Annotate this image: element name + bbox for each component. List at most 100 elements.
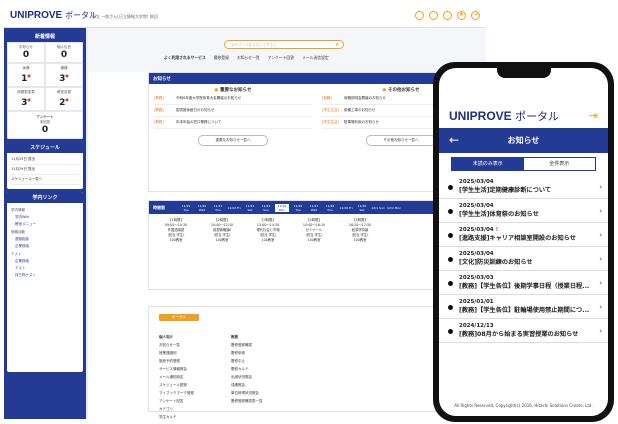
tab-unread[interactable]: 未読のみ表示 xyxy=(452,158,524,170)
day-tab[interactable]: 11/29 Fri xyxy=(339,206,353,210)
portal-link[interactable]: マイブックマーク登録 xyxy=(159,391,194,396)
day-tab[interactable]: 11/19 Tue xyxy=(179,204,193,212)
side-link[interactable]: テスト xyxy=(15,266,79,271)
portal-link[interactable]: 授業連絡別 xyxy=(159,351,194,356)
count-cell[interactable]: 休講 1● xyxy=(7,63,45,87)
count-number: 0 xyxy=(22,50,30,60)
logout-icon[interactable]: ⇥ xyxy=(471,11,480,20)
notice-row[interactable]: [教務] 令和6年度大学院体育大会開催のお知らせ xyxy=(154,96,312,105)
help-icon[interactable] xyxy=(429,11,438,20)
portal-link[interactable]: 出席状況照会 xyxy=(231,375,263,380)
phone-logo[interactable]: UNIPROVE ポータル xyxy=(449,108,559,124)
portal-link[interactable]: 成績照会 xyxy=(231,383,263,388)
count-cell[interactable]: 個人伝言 0 xyxy=(45,42,83,63)
portal-link[interactable]: メール通知設定 xyxy=(159,375,194,380)
notice-item[interactable]: 2025/01/01 [教務]【学生各位】駐輪場使用禁止期間につ... › xyxy=(439,295,608,319)
day-tab[interactable]: 11/25 Mon xyxy=(275,203,289,212)
day-tab[interactable]: 11/28 Thu xyxy=(323,204,337,212)
portal-link[interactable]: 学生カルテ xyxy=(159,415,194,419)
day-tab[interactable]: 11/21 Thu xyxy=(211,204,225,212)
portal-link[interactable]: お知らせ一覧 xyxy=(159,343,194,348)
day-tab[interactable]: 11/23 Sat xyxy=(243,204,257,212)
side-link[interactable]: 持ち物テスト xyxy=(15,273,79,278)
day-tab[interactable]: 11/26 Tue xyxy=(291,204,305,212)
notice-text: 設備工事のお知らせ xyxy=(344,108,376,112)
schedule-item[interactable]: 11月29日 提出 xyxy=(11,157,79,165)
copyright: All Rights Reserved, Copyright(c) 2016, … xyxy=(454,403,593,408)
chevron-right-icon: › xyxy=(599,207,602,215)
notice-title: [学生生活]体育祭のお知らせ xyxy=(459,211,539,218)
service-link[interactable]: 履修登録 xyxy=(214,55,229,61)
day-tab[interactable]: 11/22 Fri xyxy=(227,206,241,210)
period-cell[interactable]: 【4時限】 14:40〜16:10 ゼミナール (担当 学生) 100教室 xyxy=(291,218,337,243)
notice-title: [学生生活]定期健康診断について xyxy=(459,187,552,194)
notice-row[interactable]: [教務] 年末年始の窓口業務について xyxy=(154,120,312,129)
period-cell[interactable]: 【1時限】 09:00〜10:30 外国語講読 (担当 学生) 100教室 xyxy=(153,218,199,243)
portal-link[interactable]: 単位修得状況照会 xyxy=(231,391,263,396)
important-more-button[interactable]: 重要なお知らせ一覧へ xyxy=(198,135,268,146)
period-room: 100教室 xyxy=(169,238,183,242)
period-cell[interactable]: 【5時限】 16:20〜17:50 経済学特論 (担当 学生) 100教室 xyxy=(337,218,383,243)
portal-link[interactable]: 履修申請 xyxy=(231,351,263,356)
count-cell[interactable]: 時間割変更 3● xyxy=(7,87,45,111)
portal-logo[interactable]: UNIPROVE ポータル xyxy=(10,10,97,21)
side-link[interactable]: 企業検索 xyxy=(15,259,79,264)
link-column: 教務履修登録確認 履修申請履修中止履修カルテ出席状況照会 成績照会単位修得状況照会履… xyxy=(231,332,263,407)
day-tab[interactable]: 11/27 Wed xyxy=(307,204,321,212)
side-link[interactable]: 進路相談 xyxy=(15,237,79,242)
unread-dot-icon xyxy=(448,257,453,262)
portal-link[interactable]: 履修中止 xyxy=(231,359,263,364)
notice-tag: [学生生活] xyxy=(322,108,339,112)
search-icon[interactable]: ⌕ xyxy=(336,41,339,49)
portal-link[interactable]: スケジュール登録 xyxy=(159,383,194,388)
portal-link[interactable]: 履修登録確認 xyxy=(231,343,263,348)
portal-link[interactable]: 履修登録確認表一覧 xyxy=(231,399,263,404)
portal-button[interactable]: ポータル xyxy=(159,314,199,321)
link-column-head: 個人向け xyxy=(159,335,173,339)
search-input[interactable]: キーワードを入力して下さい ⌕ xyxy=(224,40,344,49)
side-link[interactable]: 企業検索 xyxy=(15,244,79,249)
portal-link[interactable]: 履修カルテ xyxy=(231,367,263,372)
notice-row[interactable]: [教務] 図書館休館日のお知らせ xyxy=(154,108,312,117)
day-tab[interactable]: 12/1 Sun xyxy=(371,206,385,210)
schedule-item[interactable]: 11月29日 提出 xyxy=(11,167,79,175)
portal-link[interactable]: 施設予約登録 xyxy=(159,359,194,364)
day-tab[interactable]: 11/20 Wed xyxy=(195,204,209,212)
logout-icon[interactable]: ⇥ xyxy=(589,109,598,122)
top-bar: UNIPROVE ポータル 日立 一郎さん(日立情報大学院) 前回 ★ ⇥ xyxy=(4,4,486,28)
notice-item[interactable]: 2025/03/04 [学生生活]定期健康診断について › xyxy=(439,175,608,199)
portal-link[interactable]: アンケート回答 xyxy=(159,399,194,404)
questionnaire-count[interactable]: アンケート 未回答 0 xyxy=(7,111,83,139)
link-column-head: 教務 xyxy=(231,335,238,339)
day-tab[interactable]: 12/2 Mon xyxy=(387,206,401,210)
service-link[interactable]: アンケート回答 xyxy=(268,55,294,61)
day-tab[interactable]: 11/24 Sun xyxy=(259,204,273,212)
portal-link[interactable]: カテゴリ xyxy=(159,407,194,412)
notice-item[interactable]: 2025/03/04 [学生生活]体育祭のお知らせ › xyxy=(439,199,608,223)
period-cell[interactable]: 【2時限】 10:40〜12:10 経営戦略論Ⅱ (担当 学生) 100教室 xyxy=(199,218,245,243)
count-value: 3● xyxy=(8,95,44,108)
star-icon[interactable]: ★ xyxy=(457,11,466,20)
portal-link[interactable]: サービス情報照会 xyxy=(159,367,194,372)
settings-icon[interactable] xyxy=(415,11,424,20)
side-link[interactable]: 教室メニュー xyxy=(15,222,79,227)
period-cell[interactable]: 【3時限】 13:00〜14:30 現代社会と市場 (担当 学生) 100教室 xyxy=(245,218,291,243)
notice-item[interactable]: 2025/03/03 [教務]【学生各位】後期学事日程（授業日程... › xyxy=(439,271,608,295)
tab-all[interactable]: 全件表示 xyxy=(524,158,596,170)
unread-dot-icon xyxy=(448,329,453,334)
service-link[interactable]: メール送信設定 xyxy=(302,55,329,61)
count-cell[interactable]: 教室変更 2● xyxy=(45,87,83,111)
notice-item[interactable]: 2024/12/13 [教務]08月から始まる実習授業のお知らせ › xyxy=(439,319,608,343)
info-icon[interactable] xyxy=(443,11,452,20)
other-more-button[interactable]: その他お知らせ一覧へ xyxy=(366,135,436,146)
notice-item[interactable]: 2025/03/04 [文化]防災訓練のお知らせ › xyxy=(439,247,608,271)
count-cell[interactable]: お知らせ 0 xyxy=(7,42,45,63)
count-cell[interactable]: 補講 3● xyxy=(45,63,83,87)
day-tab[interactable]: 11/30 Sat xyxy=(355,204,369,212)
side-link[interactable]: 学内Wiki xyxy=(15,215,79,220)
phone-notch xyxy=(497,68,551,78)
notice-item[interactable]: 2025/03/04 ! [進路支援]キャリア相談室開設のお知らせ › xyxy=(439,223,608,247)
service-link[interactable]: お知らせ一覧 xyxy=(237,55,260,61)
schedule-item[interactable]: スケジュール一覧へ xyxy=(11,177,79,185)
link-group-head: テスト xyxy=(11,252,22,256)
